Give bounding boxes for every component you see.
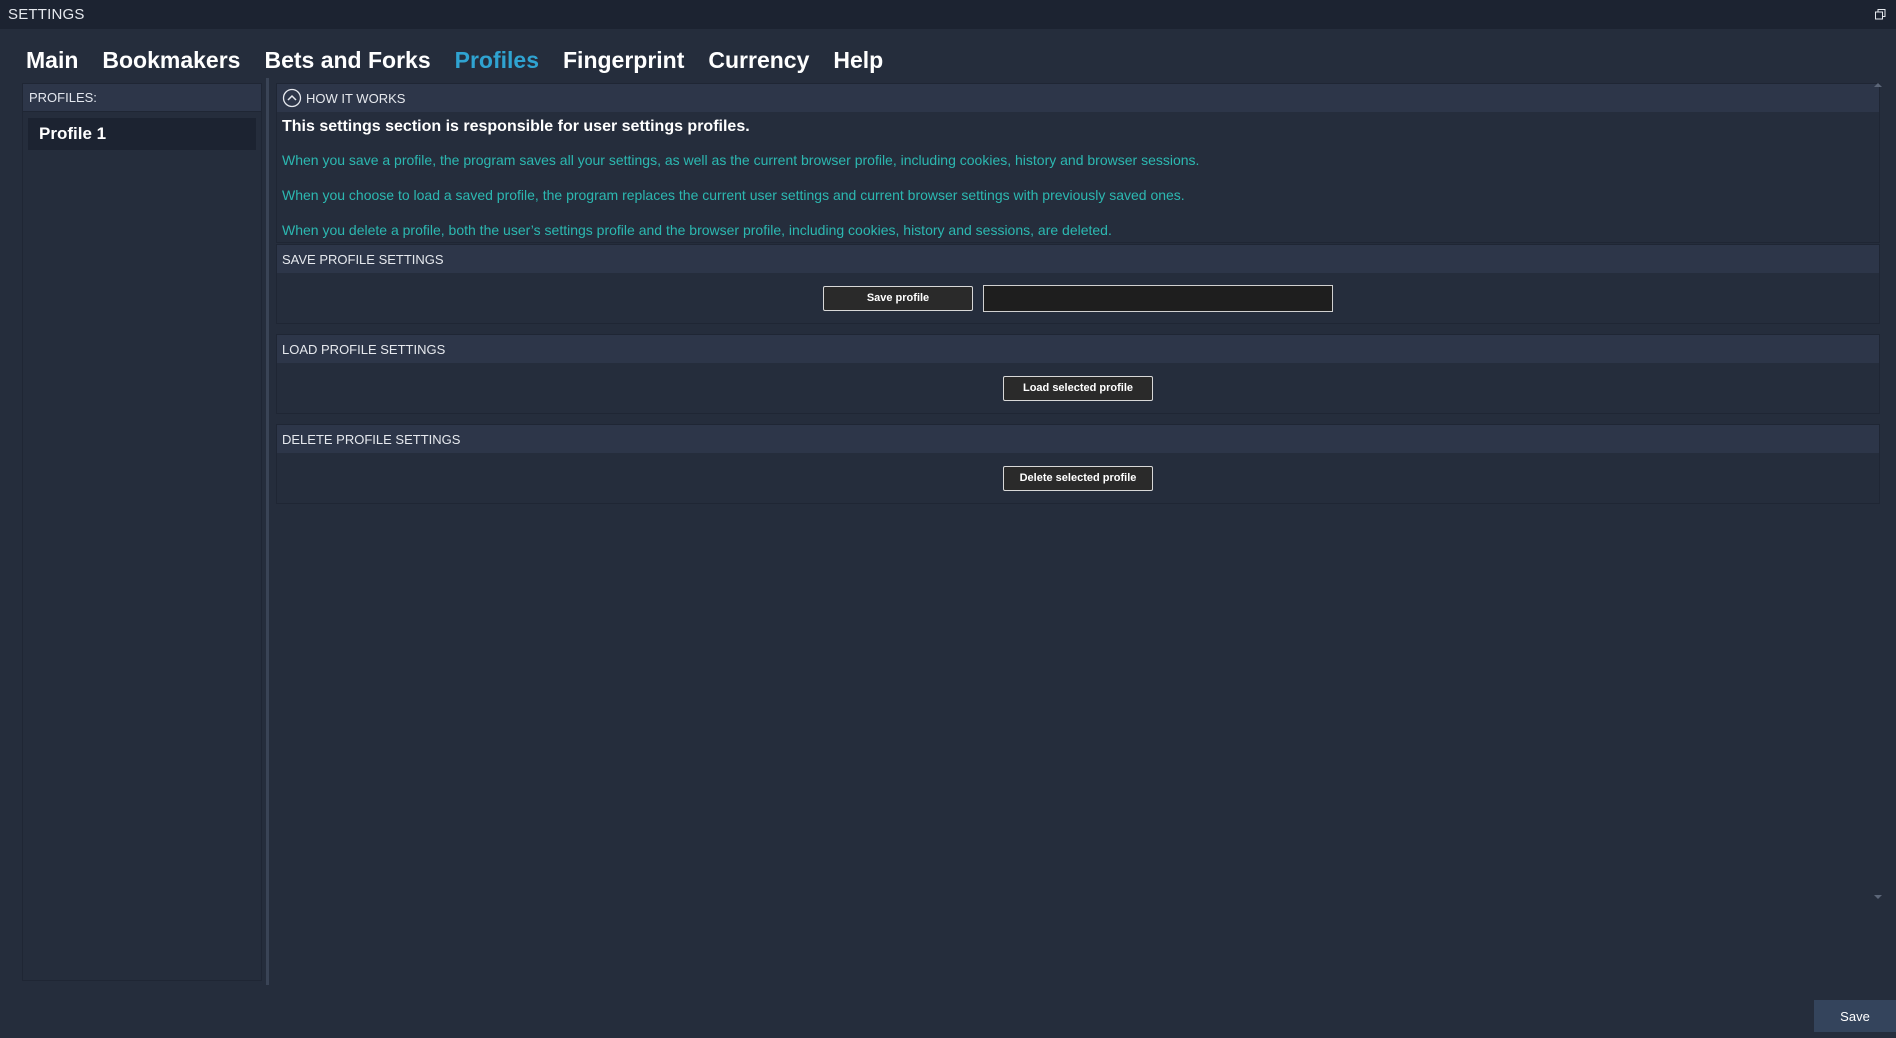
load-profile-header: LOAD PROFILE SETTINGS (277, 335, 1879, 363)
title-bar: SETTINGS (0, 0, 1896, 29)
window-title: SETTINGS (8, 6, 85, 23)
tab-help[interactable]: Help (833, 47, 883, 74)
chevron-up-circle-icon[interactable] (282, 88, 302, 108)
panel-splitter[interactable] (266, 78, 269, 985)
tab-bookmakers[interactable]: Bookmakers (102, 47, 240, 74)
tab-currency[interactable]: Currency (708, 47, 809, 74)
how-it-works-body: This settings section is responsible for… (277, 112, 1879, 242)
settings-tabs: Main Bookmakers Bets and Forks Profiles … (26, 44, 883, 76)
info-line-delete: When you delete a profile, both the user… (282, 222, 1112, 238)
scroll-up-arrow-icon[interactable] (1874, 83, 1882, 87)
profiles-sidebar: PROFILES: Profile 1 (22, 83, 262, 981)
delete-selected-profile-button[interactable]: Delete selected profile (1003, 465, 1153, 491)
profiles-main-panel: HOW IT WORKS This settings section is re… (276, 83, 1882, 983)
save-profile-section: SAVE PROFILE SETTINGS Save profile (276, 244, 1880, 324)
restore-window-icon[interactable] (1872, 7, 1888, 23)
how-it-works-section: HOW IT WORKS This settings section is re… (276, 83, 1880, 243)
delete-profile-row: Delete selected profile (277, 453, 1879, 503)
info-line-load: When you choose to load a saved profile,… (282, 187, 1185, 203)
delete-profile-header: DELETE PROFILE SETTINGS (277, 425, 1879, 453)
delete-profile-section: DELETE PROFILE SETTINGS Delete selected … (276, 424, 1880, 504)
load-profile-section: LOAD PROFILE SETTINGS Load selected prof… (276, 334, 1880, 414)
scroll-down-arrow-icon[interactable] (1874, 895, 1882, 899)
how-it-works-header[interactable]: HOW IT WORKS (277, 84, 1879, 112)
tab-profiles[interactable]: Profiles (455, 47, 539, 74)
profile-list-item[interactable]: Profile 1 (28, 118, 256, 150)
load-selected-profile-button[interactable]: Load selected profile (1003, 375, 1153, 401)
save-profile-row: Save profile (277, 273, 1879, 323)
profile-name-input[interactable] (983, 284, 1333, 312)
save-settings-button[interactable]: Save (1814, 1000, 1896, 1032)
tab-main[interactable]: Main (26, 47, 78, 74)
save-profile-header: SAVE PROFILE SETTINGS (277, 245, 1879, 273)
how-it-works-title: This settings section is responsible for… (282, 118, 750, 135)
info-line-save: When you save a profile, the program sav… (282, 152, 1200, 168)
save-profile-button[interactable]: Save profile (823, 285, 973, 311)
tab-fingerprint[interactable]: Fingerprint (563, 47, 684, 74)
tab-bets-and-forks[interactable]: Bets and Forks (264, 47, 430, 74)
profiles-header: PROFILES: (23, 84, 261, 112)
load-profile-row: Load selected profile (277, 363, 1879, 413)
how-it-works-label: HOW IT WORKS (306, 90, 406, 106)
